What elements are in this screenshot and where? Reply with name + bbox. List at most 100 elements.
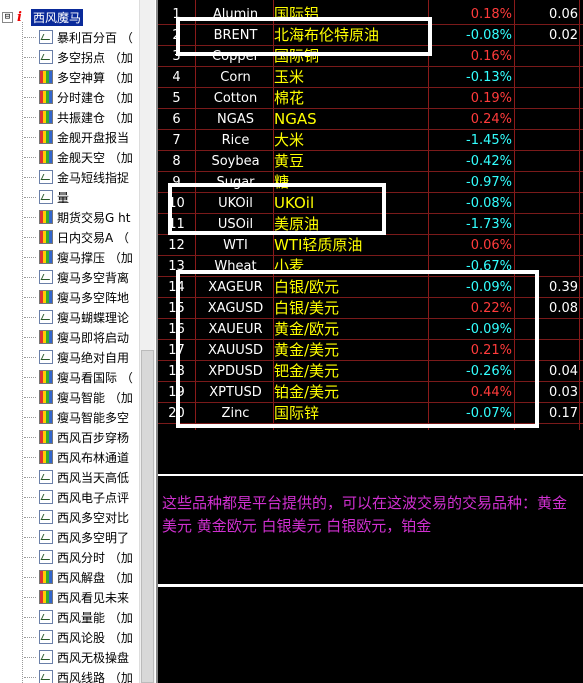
- tree-item[interactable]: 西风解盘 （加: [24, 567, 133, 587]
- tree-item-label: 瘦马蝴蝶理论: [57, 310, 130, 325]
- extra-value: [523, 235, 578, 256]
- tree-branch-line: [24, 216, 36, 218]
- tree-item[interactable]: 瘦马多空背离: [24, 267, 133, 287]
- tree-item[interactable]: 共振建仓 （加: [24, 107, 133, 127]
- tree-item[interactable]: 暴利百分百 （: [24, 27, 133, 47]
- quote-row[interactable]: 7 Rice 大米 -1.45%: [158, 130, 583, 151]
- tree-scrollbar[interactable]: [139, 0, 155, 683]
- tree-item[interactable]: 金马短线指捉: [24, 167, 133, 187]
- extra-value: [523, 193, 578, 214]
- tree-item-label: 西风解盘 （加: [57, 570, 133, 585]
- tree-item[interactable]: 西风看见未来: [24, 587, 133, 607]
- tree-branch-line: [24, 556, 36, 558]
- tree-branch-line: [24, 436, 36, 438]
- chart-icon: [39, 530, 53, 544]
- chart-icon: [39, 650, 53, 664]
- extra-value: [523, 172, 578, 193]
- multicolor-formula-icon: [39, 450, 53, 464]
- chart-icon: [39, 30, 53, 44]
- chart-icon: [39, 310, 53, 324]
- multicolor-formula-icon: [39, 570, 53, 584]
- multicolor-formula-icon: [39, 430, 53, 444]
- tree-item[interactable]: 西风量能 （加: [24, 607, 133, 627]
- tree-item[interactable]: 西风无极操盘: [24, 647, 133, 667]
- chart-icon: [39, 610, 53, 624]
- change-percent: 0.24%: [470, 112, 512, 127]
- tree-item[interactable]: 瘦马看国际 （: [24, 367, 133, 387]
- extra-value: [523, 109, 578, 130]
- tree-item[interactable]: 瘦马即将启动: [24, 327, 133, 347]
- tree-item-label: 共振建仓 （加: [57, 110, 133, 125]
- tree-item-label: 分时建仓 （加: [57, 90, 133, 105]
- tree-branch-line: [24, 396, 36, 398]
- tree-branch-line: [24, 596, 36, 598]
- tree-branch-line: [24, 156, 36, 158]
- tree-item[interactable]: 分时建仓 （加: [24, 87, 133, 107]
- tree-item-label: 瘦马智能 （加: [57, 390, 133, 405]
- change-percent: -0.13%: [466, 70, 512, 85]
- tree-item[interactable]: 瘦马多空阵地: [24, 287, 133, 307]
- tree-item[interactable]: 西风分时 （加: [24, 547, 133, 567]
- row-number: 8: [172, 154, 181, 169]
- tree-item[interactable]: 瘦马撑压 （加: [24, 247, 133, 267]
- tree-item[interactable]: 西风论股 （加: [24, 627, 133, 647]
- tree-item[interactable]: 西风多空明了: [24, 527, 133, 547]
- change-percent: 0.18%: [470, 7, 512, 22]
- tree-item[interactable]: 瘦马智能 （加: [24, 387, 133, 407]
- tree-branch-line: [24, 676, 36, 678]
- tree-item-label: 西风百步穿杨: [57, 430, 130, 445]
- tree-item[interactable]: 西风线路 （加: [24, 667, 133, 683]
- symbol-code: Corn: [220, 70, 251, 85]
- tree-item-label: 西风无极操盘: [57, 650, 130, 665]
- tree-item[interactable]: 瘦马绝对自用: [24, 347, 133, 367]
- tree-item[interactable]: 西风当天高低: [24, 467, 133, 487]
- tree-item[interactable]: 西风百步穿杨: [24, 427, 133, 447]
- row-number: 4: [172, 70, 181, 85]
- chart-icon: [39, 170, 53, 184]
- tree-item[interactable]: 瘦马蝴蝶理论: [24, 307, 133, 327]
- tree-item-label: 西风分时 （加: [57, 550, 133, 565]
- tree-scrollbar-thumb[interactable]: [141, 350, 154, 683]
- chart-icon: [39, 270, 53, 284]
- highlight-frame-metals: [176, 270, 539, 428]
- tree-guide-line: [22, 22, 23, 683]
- tree-root-node[interactable]: ⊟ i 西风魔马: [2, 8, 84, 26]
- quote-row[interactable]: 5 Cotton 棉花 0.19%: [158, 88, 583, 109]
- multicolor-formula-icon: [39, 150, 53, 164]
- tree-item[interactable]: 金舰开盘报当: [24, 127, 133, 147]
- tree-branch-line: [24, 96, 36, 98]
- tree-item[interactable]: 西风多空对比: [24, 507, 133, 527]
- tree-item[interactable]: 量: [24, 187, 133, 207]
- tree-item[interactable]: 西风电子点评: [24, 487, 133, 507]
- quote-row[interactable]: 8 Soybea 黄豆 -0.42%: [158, 151, 583, 172]
- multicolor-formula-icon: [39, 110, 53, 124]
- symbol-name: 玉米: [274, 68, 305, 86]
- extra-value: [523, 67, 578, 88]
- highlight-frame-oil: [168, 183, 386, 235]
- tree-branch-line: [24, 176, 36, 178]
- tree-root-label[interactable]: 西风魔马: [31, 8, 84, 26]
- quote-row[interactable]: 4 Corn 玉米 -0.13%: [158, 67, 583, 88]
- change-percent: 0.06%: [470, 238, 512, 253]
- tree-branch-line: [24, 516, 36, 518]
- quote-row[interactable]: 12 WTI WTI轻质原油 0.06%: [158, 235, 583, 256]
- tree-branch-line: [24, 76, 36, 78]
- tree-item[interactable]: 西风布林通道: [24, 447, 133, 467]
- tree-branch-line: [24, 56, 36, 58]
- extra-value: [523, 130, 578, 151]
- symbol-name: 棉花: [274, 89, 305, 107]
- quote-row[interactable]: 6 NGAS NGAS 0.24%: [158, 109, 583, 130]
- tree-item[interactable]: 期货交易G ht: [24, 207, 133, 227]
- extra-value: [523, 88, 578, 109]
- tree-item[interactable]: 瘦马智能多空: [24, 407, 133, 427]
- formula-tree-panel: ⊟ i 西风魔马 暴利百分百 （ 多空拐点 （加 多空神算 （加分时建仓 （加 共振建…: [0, 0, 158, 683]
- tree-item-label: 瘦马绝对自用: [57, 350, 130, 365]
- tree-item-label: 西风看见未来: [57, 590, 130, 605]
- tree-item[interactable]: 日内交易A （: [24, 227, 133, 247]
- tree-item[interactable]: 金舰天空 （加: [24, 147, 133, 167]
- collapse-icon[interactable]: ⊟: [2, 11, 13, 23]
- tree-item[interactable]: 多空拐点 （加: [24, 47, 133, 67]
- tree-branch-line: [24, 196, 36, 198]
- multicolor-formula-icon: [39, 370, 53, 384]
- tree-item[interactable]: 多空神算 （加: [24, 67, 133, 87]
